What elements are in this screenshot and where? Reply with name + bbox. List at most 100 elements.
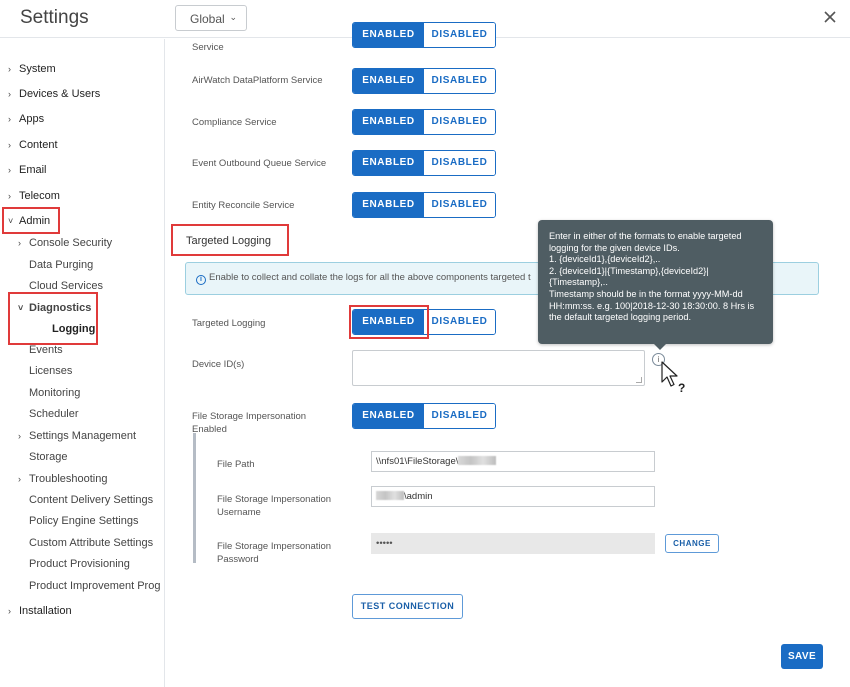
sidebar-item-devices-users[interactable]: › Devices & Users [8,88,100,100]
sidebar-item-licenses[interactable]: Licenses [18,365,72,377]
enabled-option[interactable]: ENABLED [353,23,424,47]
chevron-right-icon: › [8,140,11,150]
disabled-option[interactable]: DISABLED [424,69,495,93]
targeted-logging-label: Targeted Logging [192,318,266,329]
scope-select[interactable]: Global ⌄ [175,5,247,31]
username-value: \admin [404,491,433,502]
password-input: ••••• [371,533,655,554]
sidebar-item-label: Product Improvement Prog [29,580,161,592]
sidebar-item-events[interactable]: Events [18,344,63,356]
sidebar-item-troubleshooting[interactable]: › Troubleshooting [18,473,107,485]
resize-handle[interactable] [636,377,642,383]
label-line: Username [217,507,261,518]
enabled-option[interactable]: ENABLED [353,310,424,334]
tooltip-line: 1. {deviceId1},{deviceId2},.. [549,254,661,265]
compliance-service-label: Compliance Service [192,117,277,128]
close-button[interactable] [822,9,838,25]
sidebar-item-label: Installation [19,605,72,617]
username-input[interactable]: \admin [371,486,655,507]
airwatch-dataplatform-toggle[interactable]: ENABLED DISABLED [352,68,496,94]
sidebar-item-label: Storage [29,451,68,463]
compliance-service-toggle[interactable]: ENABLED DISABLED [352,109,496,135]
disabled-option[interactable]: DISABLED [424,110,495,134]
file-path-value: \\nfs01\FileStorage\ [376,456,459,467]
sidebar-item-logging[interactable]: Logging [41,323,95,335]
info-icon: i [196,275,206,285]
sidebar-item-product-provisioning[interactable]: Product Provisioning [18,558,130,570]
disabled-option[interactable]: DISABLED [424,193,495,217]
chevron-right-icon: › [8,89,11,99]
targeted-logging-heading: Targeted Logging [186,235,272,247]
sidebar-item-scheduler[interactable]: Scheduler [18,408,79,420]
enabled-option[interactable]: ENABLED [353,193,424,217]
sidebar-item-storage[interactable]: Storage [18,451,68,463]
sidebar-item-telecom[interactable]: › Telecom [8,190,60,202]
chevron-down-icon: ˅ [18,303,24,313]
sidebar-item-admin[interactable]: ˅ Admin [8,215,50,227]
sidebar-item-label: Apps [19,113,45,125]
enabled-option[interactable]: ENABLED [353,404,424,428]
sidebar-item-label: Content Delivery Settings [29,494,154,506]
sidebar-item-content[interactable]: › Content [8,139,58,151]
targeted-logging-toggle[interactable]: ENABLED DISABLED [352,309,496,335]
sidebar-item-label: Scheduler [29,408,79,420]
event-outbound-queue-toggle[interactable]: ENABLED DISABLED [352,150,496,176]
sidebar-item-product-improvement-prog[interactable]: Product Improvement Prog [18,580,160,592]
tooltip-line: Timestamp should be in the format yyyy-M… [549,288,743,299]
disabled-option[interactable]: DISABLED [424,310,495,334]
label-line: File Storage Impersonation [217,494,332,505]
sidebar-item-console-security[interactable]: › Console Security [18,237,112,249]
sidebar-item-label: Cloud Services [29,280,103,292]
file-path-input[interactable]: \\nfs01\FileStorage\ [371,451,655,472]
test-connection-button[interactable]: TEST CONNECTION [352,594,463,619]
highlight-box [8,292,98,345]
section-indent-line [193,433,196,563]
enabled-option[interactable]: ENABLED [353,110,424,134]
sidebar-item-label: Policy Engine Settings [29,515,139,527]
disabled-option[interactable]: DISABLED [424,23,495,47]
sidebar-item-installation[interactable]: › Installation [8,605,72,617]
username-label: File Storage Impersonation Username [217,493,331,519]
chevron-right-icon: › [18,431,21,441]
sidebar-item-label: Monitoring [29,387,81,399]
sidebar-item-label: Settings Management [29,430,137,442]
disabled-option[interactable]: DISABLED [424,404,495,428]
sidebar-item-label: Email [19,164,47,176]
chevron-right-icon: › [8,64,11,74]
entity-reconcile-toggle[interactable]: ENABLED DISABLED [352,192,496,218]
enabled-option[interactable]: ENABLED [353,151,424,175]
change-password-button[interactable]: CHANGE [665,534,719,553]
service-toggle[interactable]: ENABLED DISABLED [352,22,496,48]
sidebar-item-label: Logging [52,323,96,335]
file-path-label: File Path [217,459,255,470]
sidebar-item-settings-management[interactable]: › Settings Management [18,430,136,442]
info-icon[interactable]: i [652,353,665,366]
chevron-right-icon: › [8,165,11,175]
sidebar-item-data-purging[interactable]: Data Purging [18,259,93,271]
sidebar-item-system[interactable]: › System [8,63,56,75]
tooltip-line: {Timestamp},.. [549,277,608,288]
chevron-down-icon: ⌄ [229,12,237,22]
sidebar-item-email[interactable]: › Email [8,164,47,176]
sidebar-item-label: Console Security [29,237,113,249]
disabled-option[interactable]: DISABLED [424,151,495,175]
save-button[interactable]: SAVE [781,644,823,669]
tooltip-line: logging for the given device IDs. [549,242,680,253]
device-ids-input[interactable] [352,350,645,386]
sidebar-item-label: Diagnostics [29,302,92,314]
sidebar-item-apps[interactable]: › Apps [8,113,44,125]
sidebar-item-monitoring[interactable]: Monitoring [18,387,80,399]
sidebar-item-content-delivery-settings[interactable]: Content Delivery Settings [18,494,153,506]
enabled-option[interactable]: ENABLED [353,69,424,93]
label-line: Enabled [192,424,227,435]
sidebar-item-cloud-services[interactable]: Cloud Services [18,280,103,292]
sidebar-item-policy-engine-settings[interactable]: Policy Engine Settings [18,515,138,527]
chevron-down-icon: ˅ [8,216,14,226]
sidebar-item-label: Telecom [19,190,60,202]
airwatch-dataplatform-label: AirWatch DataPlatform Service [192,75,323,86]
chevron-right-icon: › [8,114,11,124]
scope-select-value: Global [190,12,225,26]
file-storage-impersonation-toggle[interactable]: ENABLED DISABLED [352,403,496,429]
sidebar-item-custom-attribute-settings[interactable]: Custom Attribute Settings [18,537,153,549]
sidebar-item-diagnostics[interactable]: ˅ Diagnostics [18,302,91,314]
